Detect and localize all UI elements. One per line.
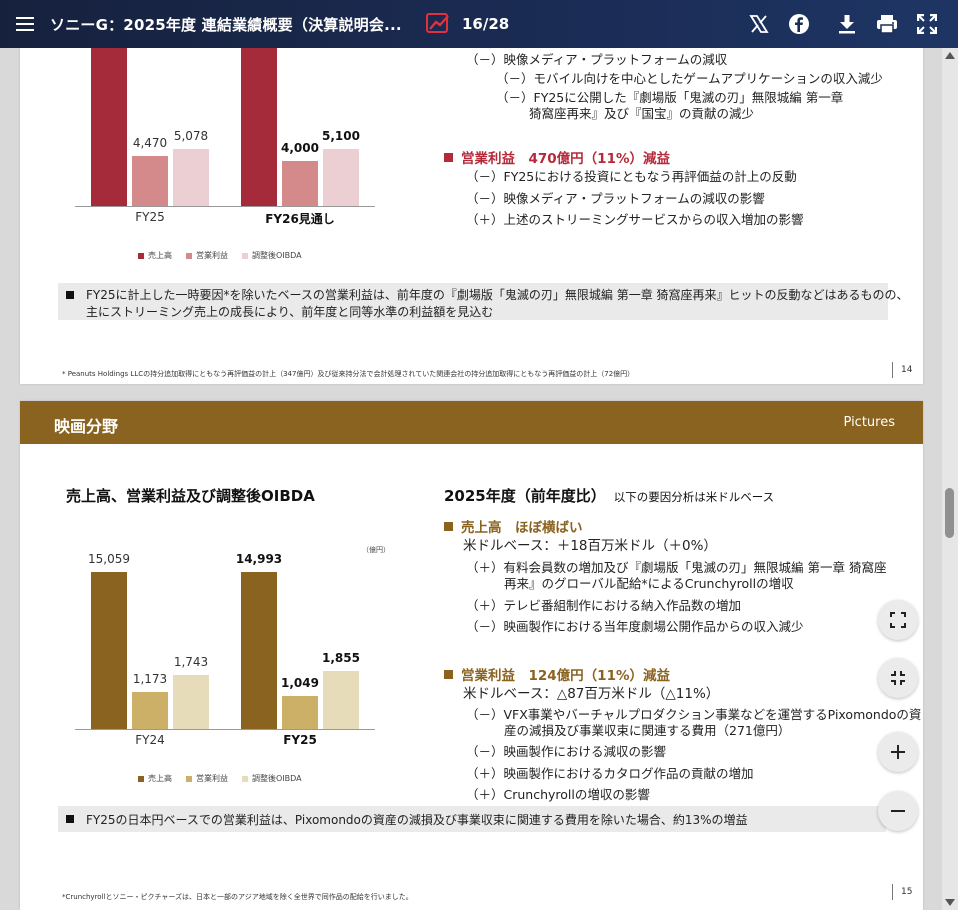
fullscreen-icon — [917, 14, 937, 34]
s15-value-oibda-fy24: 1,743 — [173, 655, 209, 669]
minus-icon — [891, 810, 905, 812]
slide-15: 映画分野 Pictures 売上高、営業利益及び調整後OIBDA （億円） 15… — [20, 401, 923, 910]
viewer-toolbar: ソニーG：2025年度 連結業績概要（決算説明会... 16/28 — [0, 0, 958, 48]
scroll-up-arrow-icon[interactable] — [945, 52, 955, 59]
s15-legend-oibda: 調整後OIBDA — [242, 773, 302, 784]
s14-factor-line: （－）映像メディア・プラットフォームの減収 — [466, 52, 728, 67]
s15-sales-heading: 売上高 ほぼ横ばい — [444, 516, 583, 536]
s14-op-factor: （＋）上述のストリーミングサービスからの収入増加の影響 — [466, 212, 804, 227]
s14-value-op-fy26: 4,000 — [281, 141, 319, 155]
s15-sales-factor: （＋）テレビ番組制作における納入作品数の増加 — [466, 598, 742, 613]
s14-bar-oibda-fy25 — [173, 149, 209, 206]
menu-button[interactable] — [0, 0, 50, 48]
s14-legend-sales: 売上高 — [138, 250, 172, 261]
hamburger-menu-icon — [16, 17, 34, 31]
s14-summary-note: FY25に計上した一時要因*を除いたベースの営業利益は、前年度の『劇場版「鬼滅の… — [58, 283, 909, 320]
s14-category-fy25: FY25 — [135, 210, 165, 224]
s15-value-op-fy24: 1,173 — [132, 672, 168, 686]
facebook-logo-icon — [789, 14, 809, 34]
s14-bar-op-fy26 — [282, 161, 318, 206]
s15-op-factor: （＋）映画製作におけるカタログ作品の貢献の増加 — [466, 766, 754, 781]
s15-sales-factor: 再来』のグローバル配給*によるCrunchyrollの増収 — [504, 576, 794, 591]
print-button[interactable] — [874, 11, 900, 37]
scroll-down-arrow-icon[interactable] — [945, 899, 955, 906]
fit-page-button[interactable] — [878, 600, 918, 640]
expand-icon — [890, 612, 906, 628]
download-icon — [839, 15, 855, 34]
chart-trend-icon — [426, 13, 449, 33]
s14-footnote: * Peanuts Holdings LLCの持分追加取得にともなう再評価益の計… — [62, 370, 635, 378]
s14-op-heading: 営業利益 470億円（11%）減益 — [444, 147, 670, 167]
vertical-scrollbar[interactable] — [942, 48, 958, 910]
s15-banner-title: 映画分野 — [54, 417, 119, 436]
s15-value-sales-fy25: 14,993 — [235, 552, 283, 566]
printer-icon — [877, 15, 897, 34]
s15-bar-sales-fy25 — [241, 572, 277, 729]
x-logo-icon — [749, 15, 769, 33]
s15-op-factor: 産の減損及び事業収束に関連する費用（271億円） — [504, 723, 791, 738]
s14-value-oibda-fy25: 5,078 — [173, 129, 209, 143]
page-indicator[interactable]: 16/28 — [426, 13, 509, 35]
s14-factor-line: 猗窩座再来』及び『国宝』の貢献の減少 — [529, 106, 755, 121]
s15-footnote: *Crunchyrollとソニー・ピクチャーズは、日本と一部のアジア地域を除く全… — [62, 893, 413, 901]
s15-x-axis — [75, 729, 375, 730]
s15-value-sales-fy24: 15,059 — [88, 552, 130, 566]
fit-width-button[interactable] — [878, 658, 918, 698]
s15-legend: 売上高 営業利益 調整後OIBDA — [138, 773, 302, 784]
s15-sales-factor: （－）映画製作における当年度劇場公開作品からの収入減少 — [466, 619, 804, 634]
s15-legend-sales: 売上高 — [138, 773, 172, 784]
s14-legend-oibda: 調整後OIBDA — [242, 250, 302, 261]
s15-bar-op-fy25 — [282, 696, 318, 729]
s15-chart-unit: （億円） — [362, 546, 390, 554]
s15-value-op-fy25: 1,049 — [281, 676, 319, 690]
s14-page-number: 14 — [892, 362, 912, 378]
document-title: ソニーG：2025年度 連結業績概要（決算説明会... — [50, 15, 402, 34]
s14-factor-line: （－）モバイル向けを中心としたゲームアプリケーションの収入減少 — [496, 71, 883, 86]
collapse-icon — [891, 671, 905, 685]
page-count: 16/28 — [462, 15, 510, 33]
s14-op-factor: （－）FY25における投資にともなう再評価益の計上の反動 — [466, 169, 797, 184]
download-button[interactable] — [834, 11, 860, 37]
slide-14: 4,470 5,078 4,000 5,100 FY25 FY26見通し 売上高… — [20, 0, 923, 384]
zoom-out-button[interactable] — [878, 791, 918, 831]
s15-op-factor: （－）映画製作における減収の影響 — [466, 744, 667, 759]
s15-sales-usd: 米ドルベース：＋18百万米ドル（＋0%） — [463, 538, 717, 554]
s15-category-fy25: FY25 — [283, 733, 317, 747]
s14-legend: 売上高 営業利益 調整後OIBDA — [138, 250, 302, 261]
s14-category-fy26: FY26見通し — [265, 212, 335, 226]
zoom-in-button[interactable] — [878, 732, 918, 772]
s14-x-axis — [75, 206, 375, 207]
s14-bar-oibda-fy26 — [323, 149, 359, 206]
s15-op-heading: 営業利益 124億円（11%）減益 — [444, 664, 670, 684]
s15-page-number: 15 — [892, 884, 912, 900]
s15-analysis-title: 2025年度（前年度比） 以下の要因分析は米ドルベース — [444, 487, 775, 505]
s15-value-oibda-fy25: 1,855 — [322, 651, 360, 665]
fullscreen-button[interactable] — [914, 11, 940, 37]
s15-op-usd: 米ドルベース：△87百万米ドル（△11%） — [463, 686, 720, 702]
s15-summary-note: FY25の日本円ベースでの営業利益は、Pixomondoの資産の減損及び事業収束… — [58, 806, 886, 832]
s15-op-factor: （＋）Crunchyrollの増収の影響 — [466, 787, 650, 802]
plus-icon — [891, 745, 905, 759]
s15-bar-op-fy24 — [132, 692, 168, 729]
share-x-button[interactable] — [746, 11, 772, 37]
s15-banner-subtitle: Pictures — [843, 415, 895, 430]
s14-legend-op: 営業利益 — [186, 250, 228, 261]
s15-chart-title: 売上高、営業利益及び調整後OIBDA — [66, 487, 315, 505]
s14-op-factor: （－）映像メディア・プラットフォームの減収の影響 — [466, 191, 765, 206]
s15-legend-op: 営業利益 — [186, 773, 228, 784]
s15-section-banner: 映画分野 Pictures — [20, 401, 923, 444]
scroll-thumb[interactable] — [945, 488, 954, 538]
s15-bar-sales-fy24 — [91, 572, 127, 729]
s14-value-oibda-fy26: 5,100 — [322, 129, 360, 143]
share-facebook-button[interactable] — [786, 11, 812, 37]
s14-bar-op-fy25 — [132, 156, 168, 206]
s15-category-fy24: FY24 — [135, 733, 165, 747]
